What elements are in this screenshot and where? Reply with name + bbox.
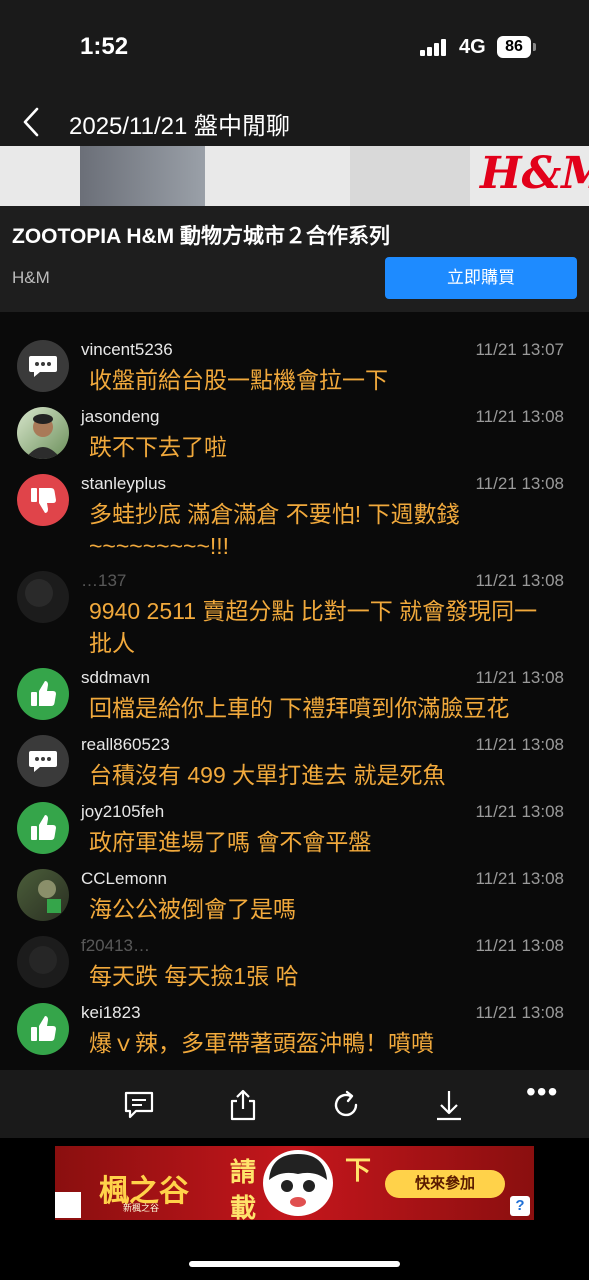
back-button[interactable] [14,104,50,140]
username: vincent5236 [81,340,173,359]
signal-icon [420,38,450,56]
message-time: 11/21 13:08 [475,668,564,687]
message-text: 回檔是給你上車的 下禮拜噴到你滿臉豆花 [89,695,510,721]
ad-info: ZOOTOPIA H&M 動物方城市２合作系列 H&M 立即購買 [0,206,589,312]
refresh-icon [334,1090,358,1117]
ad-model-figure [80,146,205,206]
username: sddmavn [81,668,150,687]
page-title: 2025/11/21 盤中閒聊 [69,113,291,140]
message-text: 多蛙抄底 滿倉滿倉 不要怕! 下週數錢~~~~~~~~~!!! [89,501,460,559]
username: kei1823 [81,1003,141,1022]
username: CCLemonn [81,869,167,888]
message-time: 11/21 13:08 [475,869,564,888]
buy-now-button[interactable]: 立即購買 [385,257,577,299]
avatar[interactable] [17,668,69,720]
thumbs-down-icon [31,488,56,513]
avatar[interactable] [17,1003,69,1055]
refresh-button[interactable] [329,1088,363,1122]
message-text: 收盤前給台股一點機會拉一下 [89,367,388,393]
message-time: 11/21 13:07 [475,340,564,359]
join-now-button[interactable]: 快來參加 [385,1170,505,1198]
username: reall860523 [81,735,170,754]
ad-image[interactable]: H&M [0,146,589,206]
ad-brand: H&M [12,268,50,287]
avatar[interactable] [17,571,69,623]
chat-list[interactable]: vincent5236 11/21 13:07 收盤前給台股一點機會拉一下 ja… [0,312,589,1070]
message-text: 跌不下去了啦 [89,434,227,460]
bottom-toolbar: ••• [0,1070,589,1138]
home-indicator[interactable] [189,1261,400,1267]
nav-header: 2025/11/21 盤中閒聊 [0,90,589,146]
network-type: 4G [459,36,486,58]
chat-bubble-icon [29,751,57,772]
username: …137 [81,571,127,590]
comment-icon [124,1091,154,1119]
chat-bubble-icon [29,356,57,377]
download-icon [437,1091,461,1121]
share-button[interactable] [226,1088,260,1122]
share-icon [230,1089,256,1121]
message-text: 台積沒有 499 大單打進去 就是死魚 [89,762,446,788]
avatar[interactable] [17,869,69,921]
status-bar: 1:52 4G 86 [0,0,589,90]
bottom-ad-area: 楓之谷 新楓之谷 請 載 下 快來參加 ? [0,1138,589,1280]
message-time: 11/21 13:08 [475,802,564,821]
avatar[interactable] [17,802,69,854]
chevron-left-icon [23,107,39,137]
username: stanleyplus [81,474,167,493]
message-time: 11/21 13:08 [475,474,564,493]
character-face-icon [269,1154,327,1207]
avatar[interactable] [17,735,69,787]
more-button[interactable]: ••• [526,1076,558,1108]
comment-button[interactable] [122,1088,156,1122]
hm-logo: H&M [480,148,589,199]
battery-tip [533,43,536,51]
ad-model-figure [350,146,470,206]
user-photo-icon [25,579,53,607]
message-time: 11/21 13:08 [475,407,564,426]
game-subtitle: 新楓之谷 [123,1203,160,1213]
username: jasondeng [81,407,160,426]
ad-title: ZOOTOPIA H&M 動物方城市２合作系列 [12,225,390,248]
message-time: 11/21 13:08 [475,1003,564,1022]
message-time: 11/21 13:08 [475,571,564,590]
message-text: 每天跌 每天撿1張 哈 [89,963,299,989]
battery-icon: 86 [497,36,531,58]
ad-text-char: 下 [345,1155,372,1185]
message-text: 爆ｖ辣，多軍帶著頭盔沖鴨！噴噴 [89,1030,434,1056]
message-text: 9940 2511 賣超分點 比對一下 就會發現同一批人 [89,598,538,656]
user-photo-icon [38,880,61,913]
message-text: 海公公被倒會了是嗎 [89,896,296,922]
user-photo-icon [29,946,57,974]
avatar[interactable] [17,936,69,988]
game-ad-banner[interactable]: 楓之谷 新楓之谷 請 載 下 快來參加 ? [55,1146,534,1220]
ad-text-char: 載 [230,1193,257,1220]
avatar[interactable] [17,474,69,526]
ad-help-icon[interactable]: ? [510,1196,530,1216]
thumbs-up-icon [31,681,56,706]
message-time: 11/21 13:08 [475,735,564,754]
message-text: 政府軍進場了嗎 會不會平盤 [89,829,372,855]
avatar[interactable] [17,407,69,459]
message-time: 11/21 13:08 [475,936,564,955]
user-photo-icon [25,414,61,459]
game-character-image [263,1150,333,1216]
status-time: 1:52 [80,33,129,60]
thumbs-up-icon [31,815,56,840]
download-button[interactable] [432,1088,466,1122]
thumbs-up-icon [31,1016,56,1041]
ad-corner-logo [55,1192,81,1218]
username: f20413… [81,936,150,955]
ad-text-char: 請 [230,1157,257,1187]
avatar[interactable] [17,340,69,392]
username: joy2105feh [81,802,165,821]
